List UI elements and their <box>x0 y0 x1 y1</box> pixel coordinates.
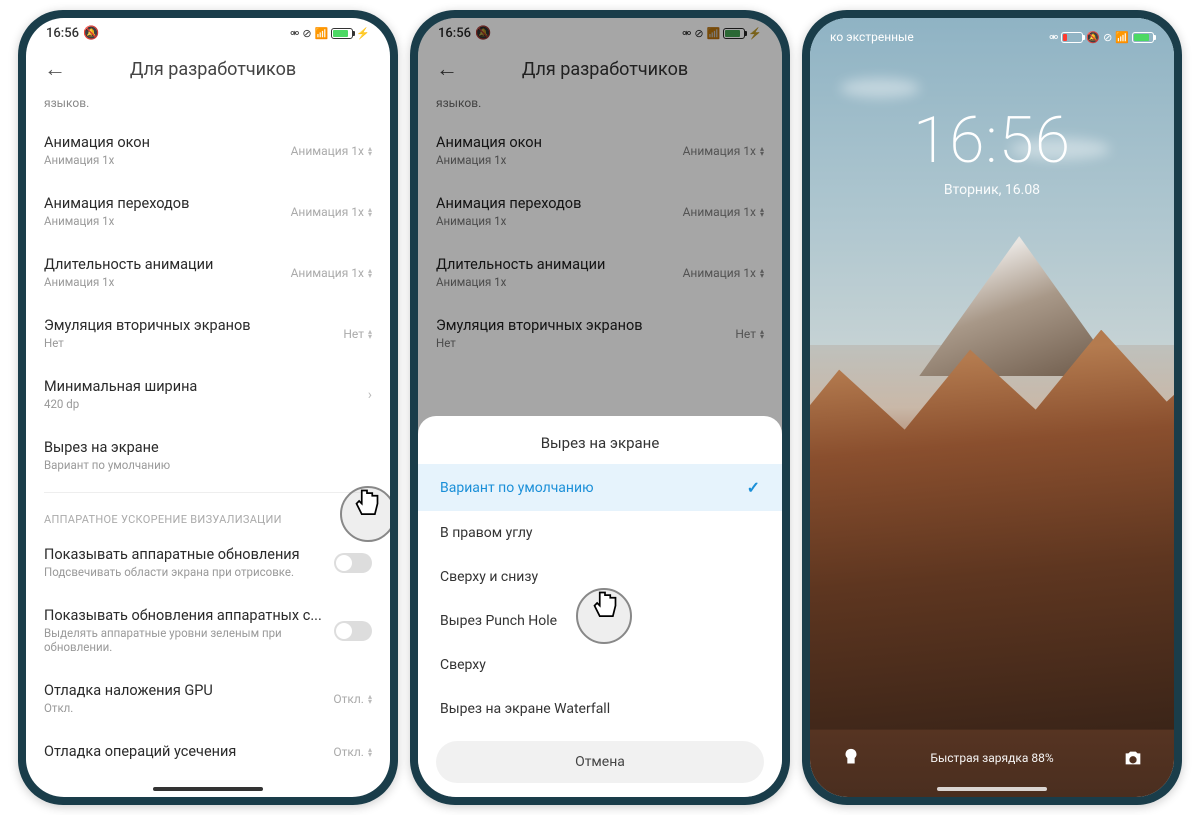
updown-icon: ▴▾ <box>368 694 372 704</box>
sync-icon: ⊘ <box>1103 31 1112 44</box>
cancel-button[interactable]: Отмена <box>436 741 764 783</box>
battery-icon <box>723 28 745 39</box>
emergency-label: ко экстренные <box>830 30 914 44</box>
toggle[interactable] <box>334 621 372 641</box>
setting-hw-updates[interactable]: Показывать аппаратные обновления Подсвеч… <box>44 532 372 593</box>
setting-window-anim[interactable]: Анимация окон Анимация 1x Анимация 1x▴▾ <box>436 120 764 181</box>
wifi-icon: 📶 <box>707 27 721 40</box>
battery-icon <box>1132 32 1154 43</box>
bt-icon: ⚮ <box>290 27 299 40</box>
setting-anim-duration[interactable]: Длительность анимации Анимация 1x Анимац… <box>44 242 372 303</box>
updown-icon: ▴▾ <box>368 268 372 278</box>
home-indicator[interactable] <box>153 787 263 791</box>
updown-icon: ▴▾ <box>368 329 372 339</box>
dnd-icon: 🔕 <box>475 26 491 41</box>
screen-1: 16:56 🔕 ⚮ ⊘ 📶 ⚡ ← Для разработчиков язык… <box>26 18 390 797</box>
sync-icon: ⊘ <box>302 27 311 40</box>
setting-window-anim[interactable]: Анимация окон Анимация 1x Анимация 1x▴▾ <box>44 120 372 181</box>
setting-anim-duration[interactable]: Длительность анимации Анимация 1x Анимац… <box>436 242 764 303</box>
bt-icon: ⚮ <box>1049 31 1058 44</box>
setting-transition-anim[interactable]: Анимация переходов Анимация 1x Анимация … <box>44 181 372 242</box>
cursor-circle <box>576 588 632 644</box>
mountain-near <box>810 330 1174 730</box>
setting-hw-layers[interactable]: Показывать обновления аппаратных с... Вы… <box>44 593 372 668</box>
ls-bottom-bar: Быстрая зарядка 88% <box>810 743 1174 773</box>
setting-transition-anim[interactable]: Анимация переходов Анимация 1x Анимация … <box>436 181 764 242</box>
sheet-option-default[interactable]: Вариант по умолчанию ✓ <box>418 464 782 511</box>
wifi-icon: 📶 <box>315 27 329 40</box>
page-title: Для разработчиков <box>84 59 342 80</box>
back-button[interactable]: ← <box>436 56 458 82</box>
camera-icon[interactable] <box>1118 743 1148 773</box>
setting-gpu-overlay[interactable]: Отладка наложения GPU Откл. Откл.▴▾ <box>44 668 372 729</box>
battery-icon <box>331 28 353 39</box>
phone-2: 16:56 🔕 ⚮ ⊘ 📶 ⚡ ← Для разработчиков язык… <box>410 10 790 805</box>
status-time: 16:56 <box>438 26 471 41</box>
chevron-right-icon: › <box>368 387 372 403</box>
dnd-icon: 🔕 <box>1086 31 1100 44</box>
setting-secondary-display[interactable]: Эмуляция вторичных экранов Нет Нет▴▾ <box>436 303 764 364</box>
battery-low-icon <box>1061 32 1083 43</box>
ls-charge-text: Быстрая зарядка 88% <box>930 751 1053 765</box>
charge-icon: ⚡ <box>356 27 370 40</box>
setting-secondary-display[interactable]: Эмуляция вторичных экранов Нет Нет▴▾ <box>44 303 372 364</box>
status-time: 16:56 <box>46 26 79 41</box>
screen-3: ко экстренные ⚮ 🔕 ⊘ 📶 16:56 Вторник, 16.… <box>810 18 1174 797</box>
updown-icon: ▴▾ <box>368 146 372 156</box>
status-bar: 16:56 🔕 ⚮ ⊘ 📶 ⚡ <box>418 18 782 48</box>
header: ← Для разработчиков <box>26 48 390 96</box>
phone-3: ко экстренные ⚮ 🔕 ⊘ 📶 16:56 Вторник, 16.… <box>802 10 1182 805</box>
ls-status-bar: ко экстренные ⚮ 🔕 ⊘ 📶 <box>810 24 1174 50</box>
ls-time-group: 16:56 Вторник, 16.08 <box>810 103 1174 198</box>
toggle[interactable] <box>334 553 372 573</box>
flashlight-icon[interactable] <box>836 743 866 773</box>
sheet-option-corner[interactable]: В правом углу <box>418 511 782 555</box>
status-bar: 16:56 🔕 ⚮ ⊘ 📶 ⚡ <box>26 18 390 48</box>
divider <box>44 492 372 493</box>
bt-icon: ⚮ <box>682 27 691 40</box>
sheet-option-waterfall[interactable]: Вырез на экране Waterfall <box>418 687 782 731</box>
back-button[interactable]: ← <box>44 56 66 82</box>
setting-min-width[interactable]: Минимальная ширина 420 dp › <box>44 364 372 425</box>
header: ← Для разработчиков <box>418 48 782 96</box>
home-indicator[interactable] <box>937 787 1047 791</box>
truncated-text: языков. <box>436 96 764 110</box>
page-title: Для разработчиков <box>476 59 734 80</box>
updown-icon: ▴▾ <box>368 747 372 757</box>
truncated-text: языков. <box>44 96 372 110</box>
sync-icon: ⊘ <box>694 27 703 40</box>
dnd-icon: 🔕 <box>83 26 99 41</box>
setting-display-cutout[interactable]: Вырез на экране Вариант по умолчанию <box>44 425 372 486</box>
sheet-option-tall[interactable]: Сверху <box>418 643 782 687</box>
phone-1: 16:56 🔕 ⚮ ⊘ 📶 ⚡ ← Для разработчиков язык… <box>18 10 398 805</box>
section-header-hw: АППАРАТНОЕ УСКОРЕНИЕ ВИЗУАЛИЗАЦИИ <box>44 499 372 532</box>
content-2: языков. Анимация окон Анимация 1x Анимац… <box>418 96 782 364</box>
content-1: языков. Анимация окон Анимация 1x Анимац… <box>26 96 390 795</box>
wifi-icon: 📶 <box>1115 31 1129 44</box>
ls-clock: 16:56 <box>810 103 1174 178</box>
updown-icon: ▴▾ <box>368 207 372 217</box>
sheet-title: Вырез на экране <box>418 434 782 452</box>
lockscreen[interactable]: ко экстренные ⚮ 🔕 ⊘ 📶 16:56 Вторник, 16.… <box>810 18 1174 797</box>
ls-date: Вторник, 16.08 <box>810 182 1174 198</box>
setting-clip-debug[interactable]: Отладка операций усечения Откл.▴▾ <box>44 729 372 774</box>
cursor-circle <box>340 486 390 542</box>
screen-2: 16:56 🔕 ⚮ ⊘ 📶 ⚡ ← Для разработчиков язык… <box>418 18 782 797</box>
check-icon: ✓ <box>747 478 760 497</box>
charge-icon: ⚡ <box>748 27 762 40</box>
